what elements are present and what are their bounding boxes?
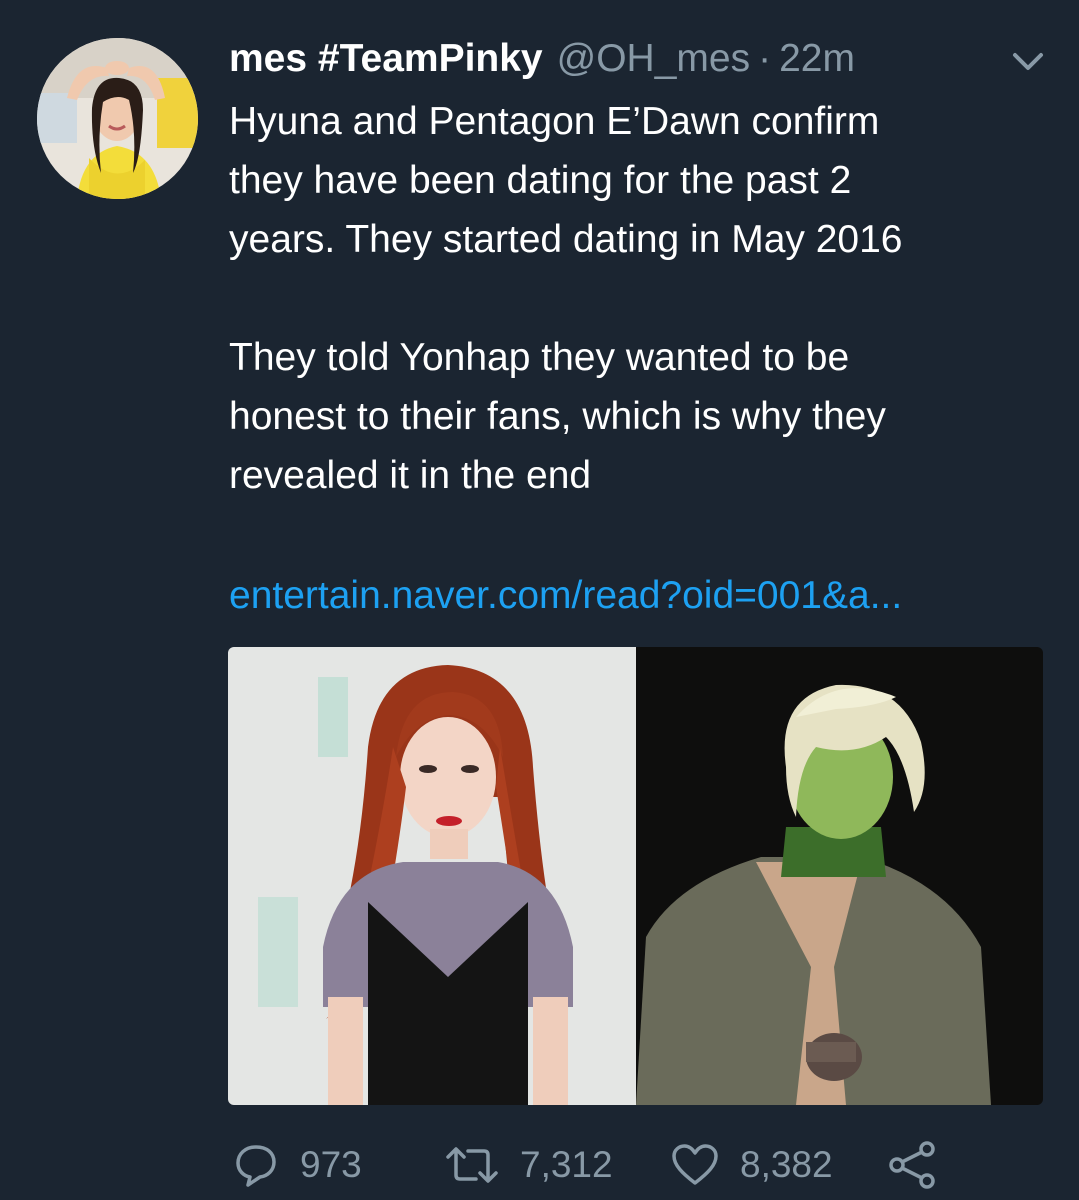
tweet-link[interactable]: entertain.naver.com/read?oid=001&a... [229, 566, 902, 625]
reply-count: 973 [300, 1144, 362, 1185]
tweet-text: Hyuna and Pentagon E’Dawn confirm they h… [229, 92, 1049, 505]
like-count: 8,382 [740, 1144, 833, 1185]
photo-edawn[interactable] [636, 647, 1043, 1105]
reply-icon [236, 1145, 276, 1187]
tweet[interactable]: mes #TeamPinky @OH_mes · 22m Hyuna and P… [0, 0, 1079, 1200]
separator-dot: · [758, 37, 772, 80]
tweet-paragraph: Hyuna and Pentagon E’Dawn confirm they h… [229, 100, 903, 261]
tweet-header: mes #TeamPinky @OH_mes · 22m [229, 34, 855, 84]
reply-button[interactable]: 973 [232, 1130, 362, 1200]
retweet-button[interactable]: 7,312 [444, 1130, 613, 1200]
user-handle[interactable]: @OH_mes [557, 34, 750, 84]
retweet-count: 7,312 [520, 1144, 613, 1185]
tweet-paragraph: They told Yonhap they wanted to be hones… [229, 336, 886, 497]
chevron-down-icon[interactable] [1010, 48, 1046, 76]
retweet-icon [446, 1147, 498, 1183]
tweet-media[interactable] [228, 647, 1043, 1105]
heart-icon [672, 1144, 718, 1185]
share-button[interactable] [887, 1130, 939, 1200]
share-icon [889, 1141, 935, 1189]
display-name[interactable]: mes #TeamPinky [229, 34, 543, 84]
like-button[interactable]: 8,382 [670, 1130, 833, 1200]
timestamp[interactable]: 22m [779, 34, 855, 84]
tweet-actions: 973 7,312 8,382 [0, 1130, 1079, 1200]
photo-hyuna[interactable] [228, 647, 636, 1105]
avatar[interactable] [37, 38, 198, 199]
